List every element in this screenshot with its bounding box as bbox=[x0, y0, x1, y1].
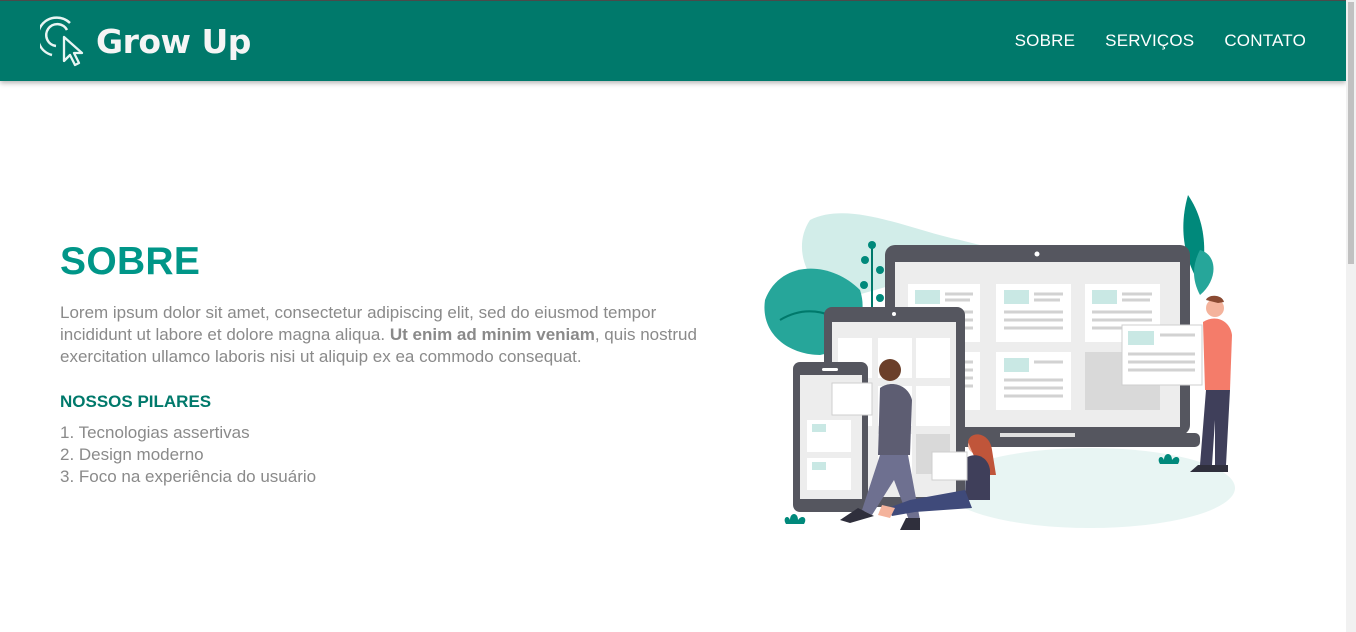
about-section: SOBRE Lorem ipsum dolor sit amet, consec… bbox=[60, 240, 710, 488]
about-title: SOBRE bbox=[60, 240, 201, 283]
nav-item-servicos[interactable]: SERVIÇOS bbox=[1105, 31, 1194, 51]
nav-item-contato[interactable]: CONTATO bbox=[1224, 31, 1306, 51]
nav-links: SOBRE SERVIÇOS CONTATO bbox=[1015, 31, 1306, 51]
about-text: Lorem ipsum dolor sit amet, consectetur … bbox=[60, 302, 710, 368]
brand-logo[interactable]: Grow Up bbox=[40, 15, 251, 67]
pillars-list: 1. Tecnologias assertivas 2. Design mode… bbox=[60, 422, 710, 488]
page-scrollbar[interactable] bbox=[1346, 0, 1356, 632]
pillar-item: 2. Design moderno bbox=[60, 445, 204, 464]
brand-name: Grow Up bbox=[96, 21, 251, 61]
scrollbar-thumb[interactable] bbox=[1348, 2, 1354, 264]
about-text-bold: Ut enim ad minim veniam bbox=[389, 325, 595, 344]
pillars-title: NOSSOS PILARES bbox=[60, 392, 212, 411]
pillar-item: 3. Foco na experiência do usuário bbox=[60, 467, 317, 486]
navbar: Grow Up SOBRE SERVIÇOS CONTATO bbox=[0, 0, 1346, 81]
devices-illustration bbox=[764, 195, 1235, 530]
cursor-click-icon bbox=[40, 16, 84, 67]
nav-item-sobre[interactable]: SOBRE bbox=[1015, 31, 1076, 51]
pillar-item: 1. Tecnologias assertivas bbox=[60, 423, 250, 442]
